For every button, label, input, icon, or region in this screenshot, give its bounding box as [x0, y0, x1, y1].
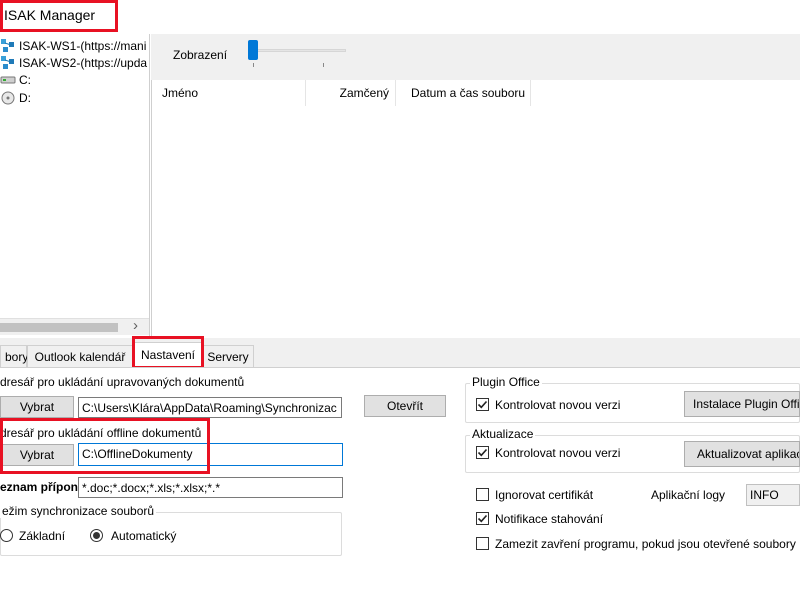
server-icon — [1, 56, 14, 69]
tree-item-label: ISAK-WS1-(https://mani — [19, 38, 147, 53]
scroll-right-icon[interactable]: › — [133, 317, 138, 334]
tree-item-ws2[interactable]: ISAK-WS2-(https://upda — [0, 54, 147, 71]
edited-dir-label: dresář pro ukládání upravovaných dokumen… — [0, 375, 245, 389]
tree-item-drive-d[interactable]: D: — [0, 89, 31, 106]
extensions-field[interactable]: *.doc;*.docx;*.xls;*.xlsx;*.* — [78, 477, 343, 498]
update-app-button[interactable]: Aktualizovat aplikaci — [684, 441, 800, 467]
tab-soubory[interactable]: bory — [0, 345, 28, 367]
column-header-locked[interactable]: Zamčený — [306, 80, 396, 106]
app-logs-select[interactable]: INFO — [746, 484, 800, 506]
updates-check-label[interactable]: Kontrolovat novou verzi — [495, 446, 620, 460]
tree-item-label: ISAK-WS2-(https://upda — [19, 55, 148, 70]
zoom-slider-thumb[interactable] — [248, 40, 258, 60]
zoom-label: Zobrazení — [173, 48, 228, 62]
checkmark-icon — [477, 514, 488, 523]
zoom-slider-track — [250, 49, 346, 52]
tree-item-drive-c[interactable]: C: — [0, 71, 31, 88]
tab-outlook-calendar[interactable]: Outlook kalendář — [27, 345, 133, 367]
zoom-slider-tick — [253, 63, 254, 67]
tree-item-ws1[interactable]: ISAK-WS1-(https://mani — [0, 37, 146, 54]
edited-dir-open-button[interactable]: Otevřít — [364, 395, 446, 417]
tab-settings[interactable]: Nastavení — [134, 342, 202, 367]
scrollbar-thumb[interactable] — [0, 323, 118, 332]
tree-horizontal-scrollbar[interactable]: › — [0, 317, 149, 335]
window-title: ISAK Manager — [4, 7, 96, 23]
sync-basic-label[interactable]: Základní — [19, 529, 65, 543]
drive-icon — [0, 76, 16, 84]
disc-drive-icon — [1, 91, 15, 105]
edited-dir-select-button[interactable]: Vybrat — [0, 396, 74, 418]
install-plugin-office-button[interactable]: Instalace Plugin Office — [684, 391, 800, 417]
app-logs-label: Aplikační logy — [651, 488, 726, 502]
sync-automatic-label[interactable]: Automatický — [111, 529, 176, 543]
extensions-label: eznam přípon — [0, 480, 79, 494]
tree-item-label: D: — [19, 90, 31, 105]
zoom-slider[interactable] — [248, 40, 348, 70]
column-header-name[interactable]: Jméno — [152, 80, 306, 106]
title-bar: ISAK Manager — [0, 0, 800, 32]
offline-dir-select-button[interactable]: Vybrat — [0, 444, 74, 466]
radio-selected-dot — [93, 532, 100, 539]
sync-mode-label: ežim synchronizace souborů — [0, 504, 157, 518]
prevent-close-label[interactable]: Zamezit zavření programu, pokud jsou ote… — [495, 537, 796, 551]
checkmark-icon — [477, 448, 488, 457]
tree-item-label: C: — [19, 72, 31, 87]
ignore-cert-checkbox[interactable] — [476, 488, 489, 501]
tab-servers[interactable]: Servery — [202, 345, 254, 367]
file-table — [151, 80, 800, 338]
prevent-close-checkbox[interactable] — [476, 537, 489, 550]
edited-dir-path-field[interactable]: C:\Users\Klára\AppData\Roaming\Synchroni… — [78, 397, 342, 418]
zoom-slider-tick — [323, 63, 324, 67]
offline-dir-label: dresář pro ukládání offline dokumentů — [0, 426, 202, 440]
updates-checkbox[interactable] — [476, 446, 489, 459]
view-toolbar: Zobrazení — [151, 34, 800, 80]
checkmark-icon — [477, 400, 488, 409]
sync-basic-radio[interactable] — [0, 529, 13, 542]
plugin-office-check-label[interactable]: Kontrolovat novou verzi — [495, 398, 620, 412]
updates-label: Aktualizace — [470, 427, 536, 441]
offline-dir-path-field[interactable]: C:\OfflineDokumenty — [78, 443, 343, 466]
sync-automatic-radio[interactable] — [90, 529, 103, 542]
plugin-office-label: Plugin Office — [470, 375, 542, 389]
ignore-cert-label[interactable]: Ignorovat certifikát — [495, 488, 593, 502]
download-notify-label[interactable]: Notifikace stahování — [495, 512, 603, 526]
column-header-datetime[interactable]: Datum a čas souboru — [396, 80, 531, 106]
server-icon — [1, 39, 14, 52]
download-notify-checkbox[interactable] — [476, 512, 489, 525]
plugin-office-checkbox[interactable] — [476, 398, 489, 411]
tree-panel: ISAK-WS1-(https://mani ISAK-WS2-(https:/… — [0, 34, 150, 336]
